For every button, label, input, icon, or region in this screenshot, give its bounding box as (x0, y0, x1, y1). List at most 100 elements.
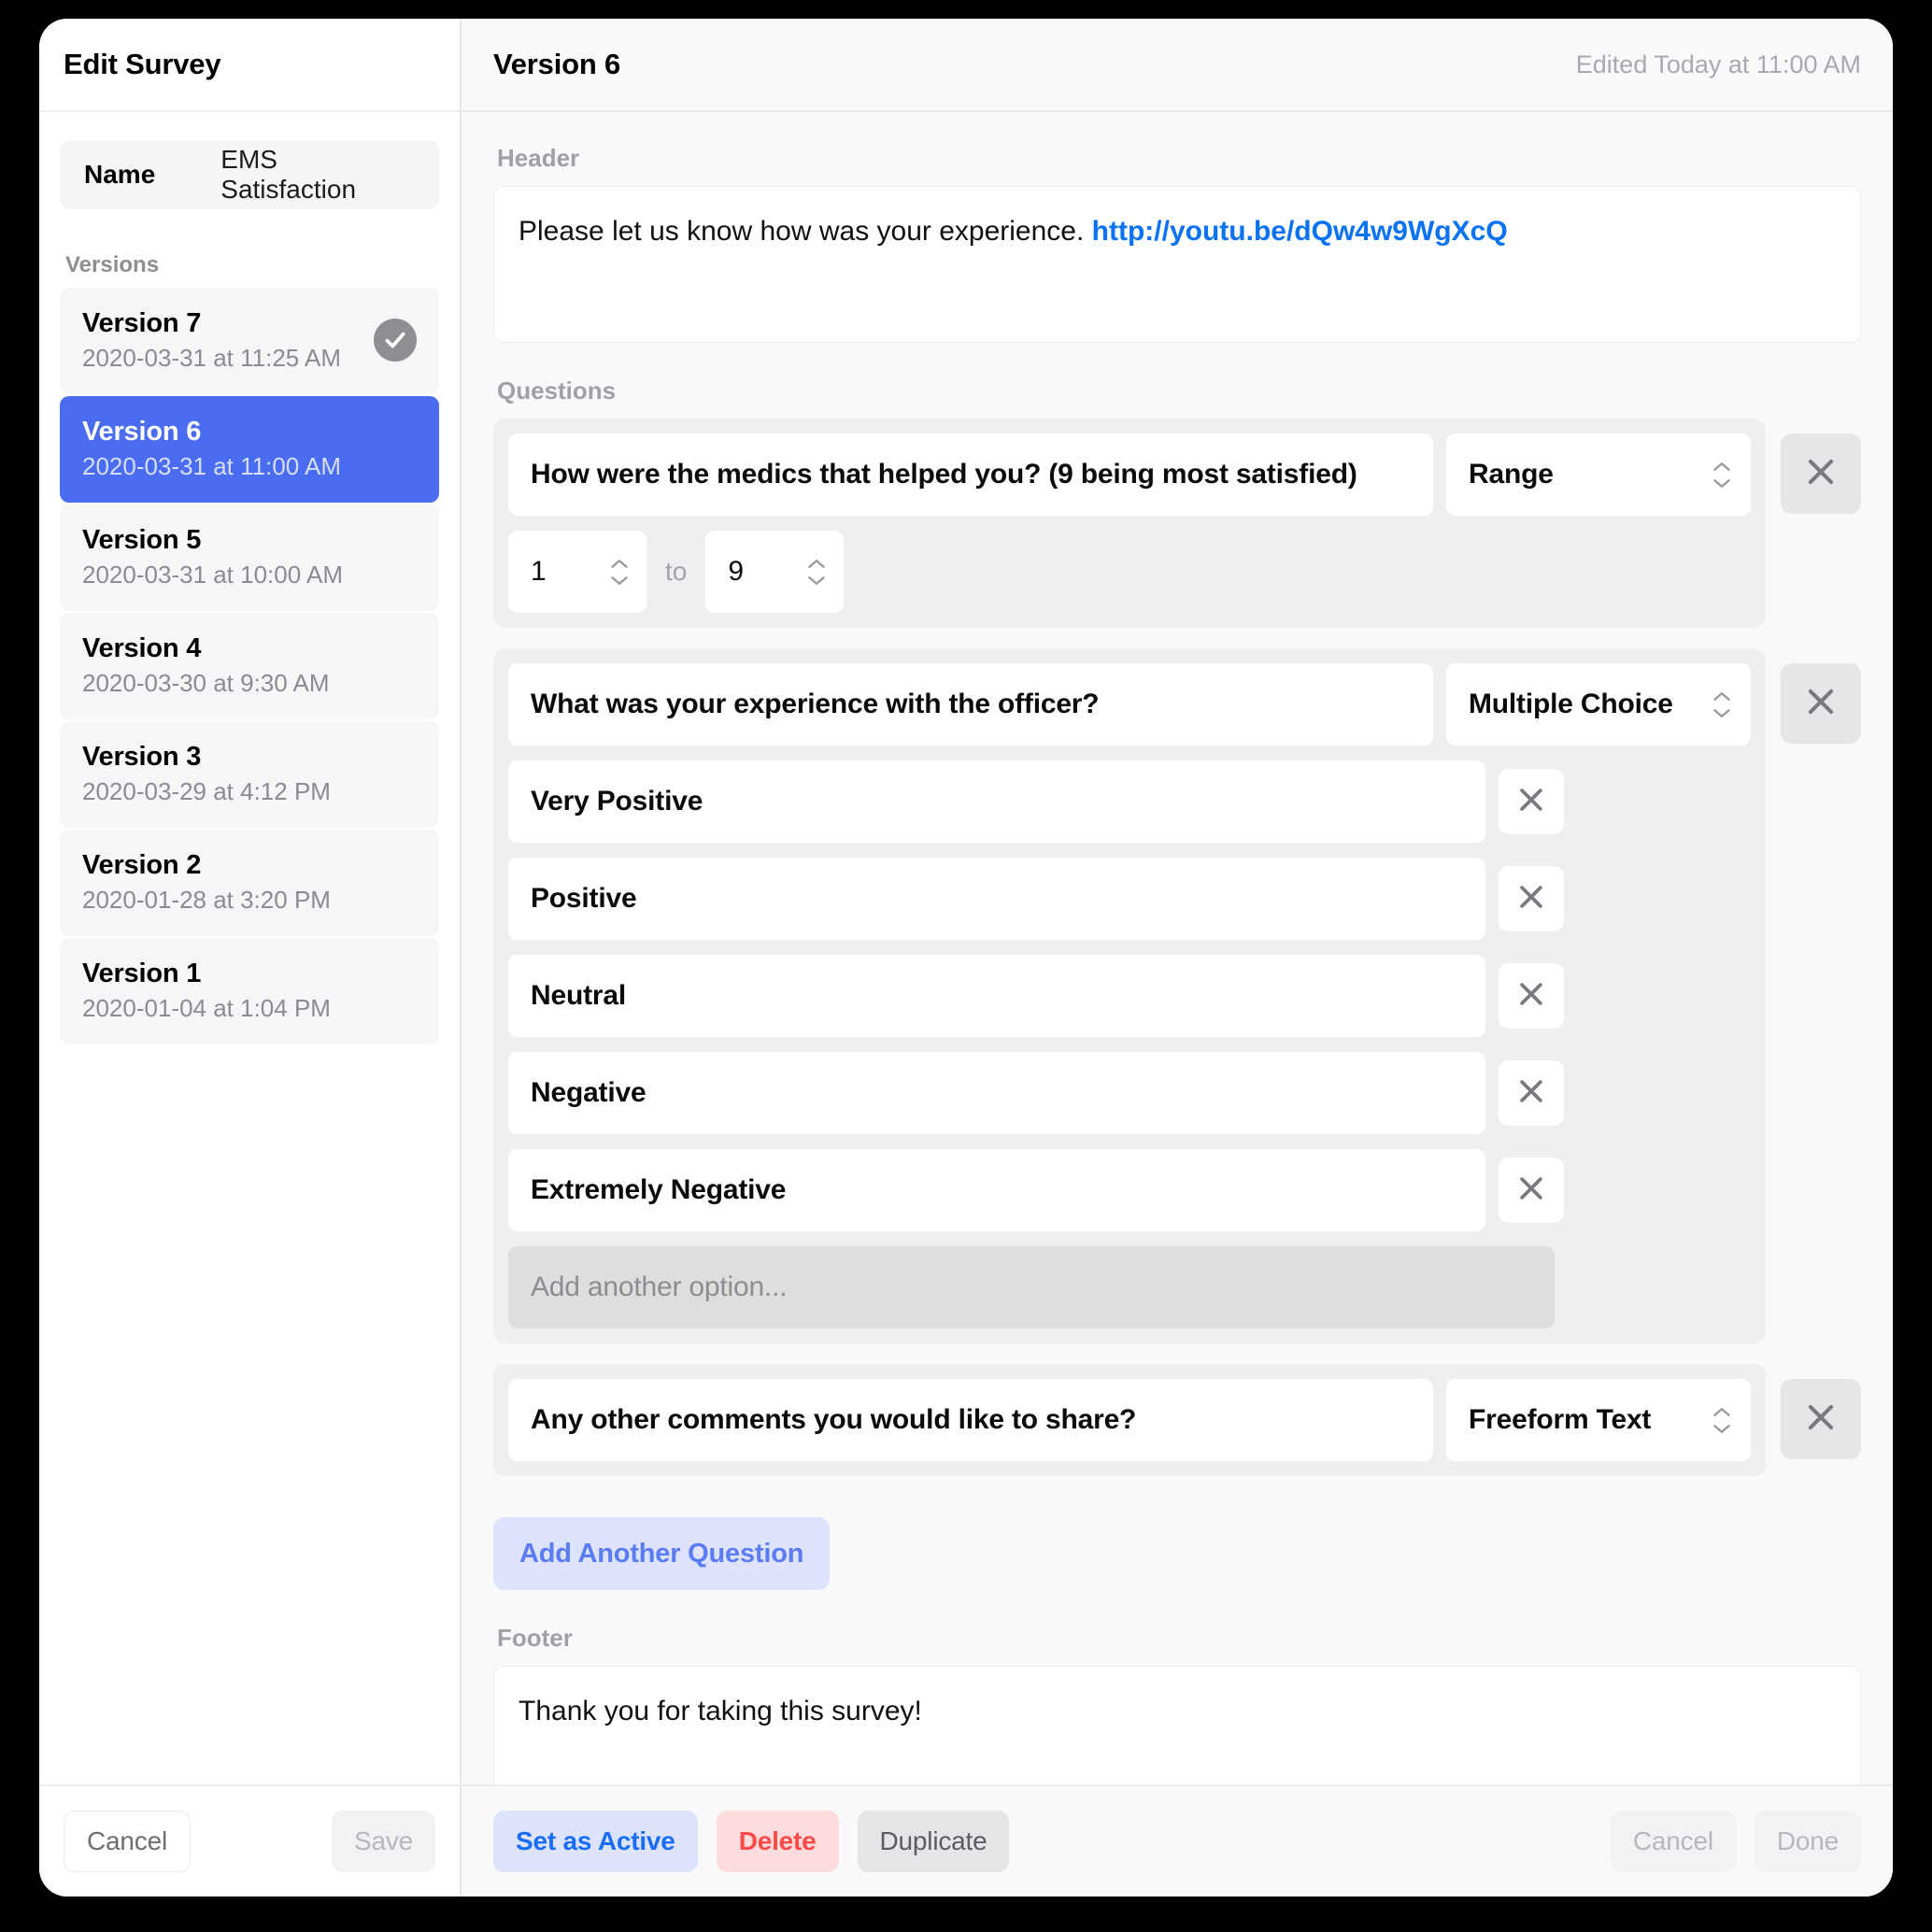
delete-button[interactable]: Delete (716, 1811, 839, 1872)
sidebar-footer: Cancel Save (39, 1786, 462, 1896)
version-text: Version 3 2020-03-29 at 4:12 PM (82, 742, 331, 806)
question-top-row: What was your experience with the office… (508, 663, 1751, 746)
question-row: How were the medics that helped you? (9 … (493, 419, 1861, 628)
option-row: Very Positive (508, 760, 1751, 843)
question-type-select[interactable]: Multiple Choice (1446, 663, 1751, 746)
delete-question-button[interactable] (1781, 1379, 1861, 1459)
delete-question-button[interactable] (1781, 663, 1861, 744)
question-title-input[interactable]: Any other comments you would like to sha… (508, 1379, 1433, 1461)
main-footer: Set as Active Delete Duplicate Cancel Do… (462, 1786, 1893, 1896)
option-row: Neutral (508, 955, 1751, 1037)
option-row: Positive (508, 858, 1751, 940)
range-min-value: 1 (531, 556, 547, 587)
close-icon (1515, 881, 1547, 917)
main-scroll-area[interactable]: Header Please let us know how was your e… (462, 112, 1893, 1784)
header-textarea[interactable]: Please let us know how was your experien… (493, 186, 1861, 343)
versions-list: Version 7 2020-03-31 at 11:25 AM Version… (60, 288, 439, 1044)
close-icon (1803, 1399, 1839, 1440)
option-input[interactable]: Very Positive (508, 760, 1485, 843)
question-top-row: Any other comments you would like to sha… (508, 1379, 1751, 1461)
version-date: 2020-03-31 at 11:00 AM (82, 451, 342, 480)
version-text: Version 7 2020-03-31 at 11:25 AM (82, 308, 341, 373)
question-type-select[interactable]: Freeform Text (1446, 1379, 1751, 1461)
active-check-icon (374, 319, 417, 362)
add-another-question-button[interactable]: Add Another Question (493, 1517, 831, 1590)
main-panel: Version 6 Edited Today at 11:00 AM Heade… (462, 19, 1893, 1784)
question-top-row: How were the medics that helped you? (9 … (508, 433, 1751, 516)
version-text: Version 5 2020-03-31 at 10:00 AM (82, 525, 343, 590)
range-to-label: to (665, 557, 688, 586)
version-title: Version 6 (493, 48, 621, 80)
close-icon (1803, 684, 1839, 724)
version-name: Version 1 (82, 958, 202, 988)
close-icon (1515, 1075, 1547, 1112)
close-icon (1803, 454, 1839, 494)
chevron-updown-icon (609, 558, 630, 587)
question-row: What was your experience with the office… (493, 648, 1861, 1343)
version-name: Version 6 (82, 416, 202, 447)
option-input[interactable]: Extremely Negative (508, 1149, 1485, 1231)
main-cancel-button[interactable]: Cancel (1610, 1811, 1736, 1872)
version-list-item[interactable]: Version 5 2020-03-31 at 10:00 AM (60, 504, 439, 611)
main-done-button[interactable]: Done (1754, 1811, 1861, 1872)
version-list-item[interactable]: Version 2 2020-01-28 at 3:20 PM (60, 830, 439, 936)
delete-option-button[interactable] (1499, 866, 1564, 931)
range-row: 1 to 9 (508, 531, 1751, 613)
version-list-item[interactable]: Version 4 2020-03-30 at 9:30 AM (60, 613, 439, 719)
delete-option-button[interactable] (1499, 769, 1564, 834)
questions-section-label: Questions (497, 376, 617, 405)
sidebar-save-button[interactable]: Save (331, 1811, 435, 1872)
version-list-item[interactable]: Version 1 2020-01-04 at 1:04 PM (60, 938, 439, 1044)
duplicate-button[interactable]: Duplicate (857, 1811, 1010, 1872)
version-date: 2020-01-28 at 3:20 PM (82, 885, 331, 914)
version-name: Version 2 (82, 849, 202, 880)
edit-survey-window: Edit Survey Name EMS Satisfaction Versio… (39, 19, 1893, 1896)
footer-field-label: Footer (497, 1624, 573, 1652)
chevron-updown-icon (1712, 1406, 1732, 1435)
version-list-item[interactable]: Version 7 2020-03-31 at 11:25 AM (60, 288, 439, 394)
versions-section-label: Versions (65, 252, 160, 277)
survey-name-row[interactable]: Name EMS Satisfaction (60, 140, 439, 209)
range-max-stepper[interactable]: 9 (705, 531, 845, 613)
main-header: Version 6 Edited Today at 11:00 AM (462, 19, 1893, 112)
footer-textarea[interactable]: Thank you for taking this survey! (493, 1666, 1861, 1784)
chevron-updown-icon (1712, 461, 1732, 490)
version-name: Version 7 (82, 307, 202, 338)
question-card: How were the medics that helped you? (9 … (493, 419, 1766, 628)
header-link[interactable]: http://youtu.be/dQw4w9WgXcQ (1092, 216, 1508, 247)
main-footer-left-group: Set as Active Delete Duplicate (493, 1811, 1010, 1872)
footer-bar: Cancel Save Set as Active Delete Duplica… (39, 1784, 1893, 1896)
delete-option-button[interactable] (1499, 963, 1564, 1029)
option-input[interactable]: Positive (508, 858, 1485, 940)
option-input[interactable]: Negative (508, 1052, 1485, 1134)
delete-question-button[interactable] (1781, 433, 1861, 514)
version-list-item[interactable]: Version 3 2020-03-29 at 4:12 PM (60, 721, 439, 828)
delete-option-button[interactable] (1499, 1158, 1564, 1223)
question-card: Any other comments you would like to sha… (493, 1364, 1766, 1476)
question-title-input[interactable]: How were the medics that helped you? (9 … (508, 433, 1433, 516)
close-icon (1515, 784, 1547, 820)
set-as-active-button[interactable]: Set as Active (493, 1811, 698, 1872)
sidebar-cancel-button[interactable]: Cancel (64, 1811, 191, 1872)
sidebar-content: Name EMS Satisfaction Versions Version 7… (39, 112, 460, 1784)
version-list-item[interactable]: Version 6 2020-03-31 at 11:00 AM (60, 396, 439, 503)
survey-name-input[interactable]: EMS Satisfaction (220, 145, 415, 205)
range-min-stepper[interactable]: 1 (508, 531, 646, 613)
sidebar-header: Edit Survey (39, 19, 460, 112)
question-type-value: Range (1469, 459, 1554, 490)
version-text: Version 2 2020-01-28 at 3:20 PM (82, 850, 331, 915)
sidebar: Edit Survey Name EMS Satisfaction Versio… (39, 19, 462, 1784)
close-icon (1515, 1172, 1547, 1209)
header-text: Please let us know how was your experien… (519, 216, 1085, 247)
question-card: What was your experience with the office… (493, 648, 1766, 1343)
add-option-row: Add another option... (508, 1246, 1751, 1328)
delete-option-button[interactable] (1499, 1060, 1564, 1126)
main-footer-right-group: Cancel Done (1610, 1811, 1861, 1872)
version-date: 2020-03-31 at 10:00 AM (82, 560, 343, 589)
option-row: Extremely Negative (508, 1149, 1751, 1231)
question-title-input[interactable]: What was your experience with the office… (508, 663, 1433, 746)
add-option-input[interactable]: Add another option... (508, 1246, 1555, 1328)
question-type-select[interactable]: Range (1446, 433, 1751, 516)
option-input[interactable]: Neutral (508, 955, 1485, 1037)
window-body: Edit Survey Name EMS Satisfaction Versio… (39, 19, 1893, 1784)
